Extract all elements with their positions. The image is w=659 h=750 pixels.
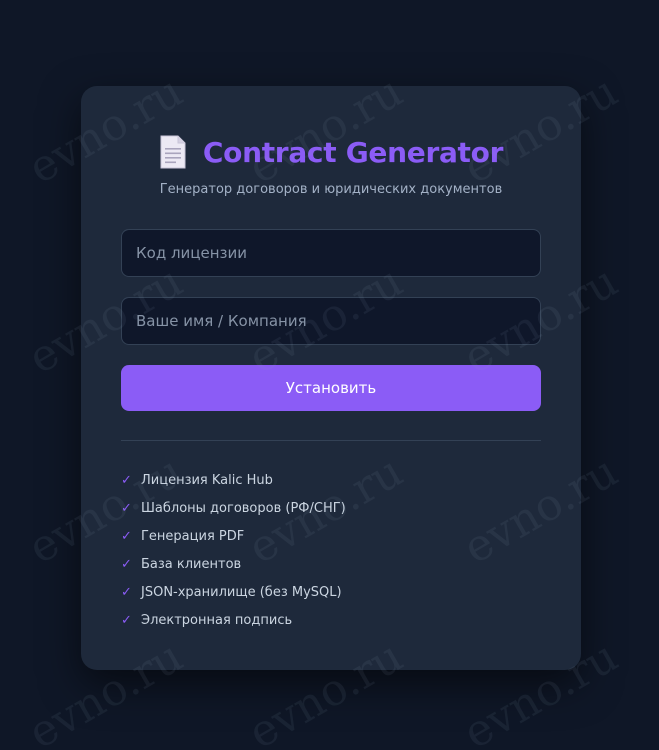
feature-label: Генерация PDF	[141, 528, 245, 544]
install-card: Contract Generator Генератор договоров и…	[81, 86, 581, 670]
feature-item: ✓ Лицензия Kalic Hub	[121, 466, 541, 494]
document-icon	[160, 135, 186, 169]
install-button[interactable]: Установить	[121, 365, 541, 411]
check-icon: ✓	[121, 612, 132, 628]
feature-item: ✓ База клиентов	[121, 550, 541, 578]
feature-list: ✓ Лицензия Kalic Hub ✓ Шаблоны договоров…	[121, 466, 541, 634]
feature-item: ✓ Шаблоны договоров (РФ/СНГ)	[121, 494, 541, 522]
check-icon: ✓	[121, 472, 132, 488]
check-icon: ✓	[121, 500, 132, 516]
feature-item: ✓ Электронная подпись	[121, 606, 541, 634]
license-code-input[interactable]	[121, 229, 541, 277]
feature-item: ✓ JSON-хранилище (без MySQL)	[121, 578, 541, 606]
divider	[121, 440, 541, 441]
title-row: Contract Generator	[81, 132, 581, 172]
check-icon: ✓	[121, 556, 132, 572]
feature-label: Лицензия Kalic Hub	[141, 472, 273, 488]
feature-label: JSON-хранилище (без MySQL)	[141, 584, 342, 600]
feature-label: База клиентов	[141, 556, 242, 572]
page: Contract Generator Генератор договоров и…	[0, 0, 659, 750]
check-icon: ✓	[121, 528, 132, 544]
check-icon: ✓	[121, 584, 132, 600]
page-subtitle: Генератор договоров и юридических докуме…	[159, 182, 503, 197]
feature-label: Электронная подпись	[141, 612, 293, 628]
page-title: Contract Generator	[202, 135, 504, 169]
feature-item: ✓ Генерация PDF	[121, 522, 541, 550]
feature-label: Шаблоны договоров (РФ/СНГ)	[141, 500, 346, 516]
name-company-input[interactable]	[121, 297, 541, 345]
